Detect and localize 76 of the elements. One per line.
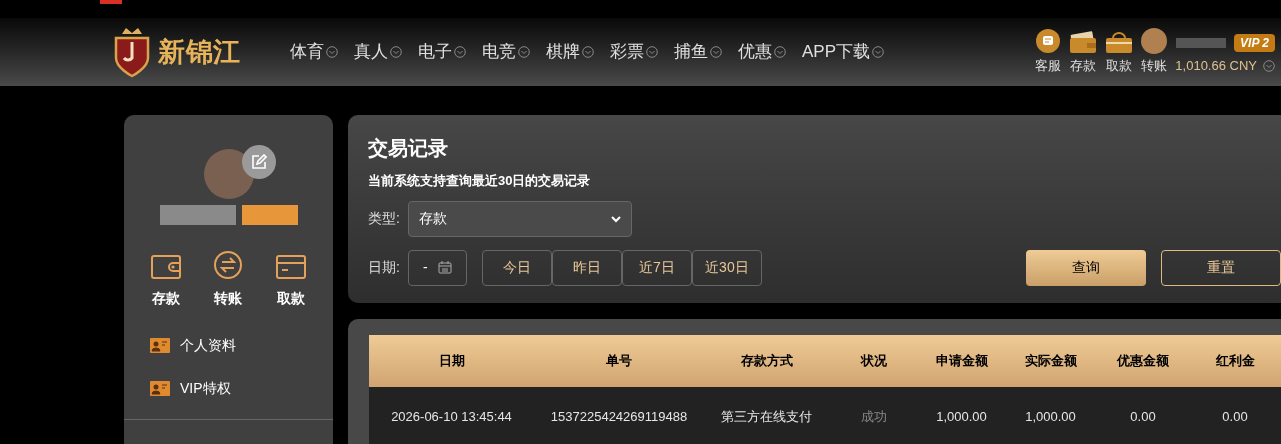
dropdown-icon: [872, 46, 885, 58]
notice-text: 当前系统支持查询最近30日的交易记录: [368, 172, 592, 190]
column-header: 存款方式: [739, 352, 794, 371]
dropdown-icon: [454, 46, 466, 58]
dropdown-icon: [582, 46, 594, 58]
type-label: 类型:: [368, 209, 400, 228]
column-header: 申请金额: [934, 352, 989, 371]
quick-action[interactable]: 取款: [275, 247, 308, 309]
id-card-icon: [150, 381, 170, 396]
calendar-icon: [437, 261, 452, 274]
type-select[interactable]: 存款: [407, 200, 632, 237]
reset-button[interactable]: 重置: [1160, 249, 1281, 286]
nav-item[interactable]: APP下载: [802, 39, 885, 65]
header-action[interactable]: 转账: [1141, 28, 1168, 76]
wallet-icon: [149, 254, 182, 280]
nav-item[interactable]: 电子: [418, 39, 466, 65]
vip-badge: VIP 2: [1234, 34, 1275, 53]
column-header: 红利金: [1214, 352, 1256, 371]
logo[interactable]: 新锦江: [110, 26, 270, 78]
dropdown-icon: [1263, 60, 1275, 72]
dropdown-icon: [646, 46, 658, 58]
edit-icon: [241, 145, 276, 179]
card-icon: [275, 254, 308, 280]
table-cell-text: 2026-06-10 13:45:44: [390, 408, 513, 427]
column-header: 单号: [605, 352, 633, 371]
header-action[interactable]: 存款: [1069, 30, 1098, 76]
sidebar-menu-item[interactable]: 个人资料: [150, 335, 333, 356]
dropdown-icon: [774, 46, 786, 58]
column-header: 状况: [859, 352, 888, 371]
transfer-icon: [213, 250, 244, 280]
header-action[interactable]: 客服: [1035, 28, 1062, 76]
nav-item[interactable]: 捕鱼: [674, 39, 722, 65]
column-header: 实际金额: [1023, 352, 1078, 371]
sidebar-menu-item[interactable]: VIP特权: [150, 378, 333, 399]
table-cell-text: 1537225424269119488: [549, 408, 689, 427]
date-range-button[interactable]: 昨日: [551, 249, 622, 286]
nav-item[interactable]: 体育: [290, 39, 338, 65]
nav-item[interactable]: 电竞: [482, 39, 530, 65]
table-cell-text: 0.00: [1221, 408, 1249, 427]
quick-action[interactable]: 转账: [213, 247, 244, 309]
dropdown-icon: [518, 46, 530, 58]
logo-text: 新锦江: [158, 35, 242, 69]
nav-item[interactable]: 真人: [354, 39, 402, 65]
dropdown-icon: [390, 46, 402, 58]
chat-icon: [1035, 28, 1062, 55]
query-button[interactable]: 查询: [1025, 249, 1146, 286]
avatar-placeholder: [203, 149, 254, 199]
blurred-username: [1176, 38, 1227, 49]
date-label: 日期:: [368, 258, 400, 277]
briefcase-icon: [1105, 30, 1134, 55]
date-range-button[interactable]: 近30日: [691, 249, 762, 286]
dropdown-icon: [710, 46, 722, 58]
date-range-button[interactable]: 近7日: [621, 249, 692, 286]
date-range-button[interactable]: 今日: [481, 249, 552, 286]
page-title: 交易记录: [368, 136, 449, 161]
table-cell-text: 1,000.00: [1024, 408, 1077, 427]
chevron-down-icon: [610, 214, 621, 223]
wallet-icon: [1069, 30, 1098, 55]
nav-item[interactable]: 优惠: [738, 39, 786, 65]
nav-item[interactable]: 彩票: [610, 39, 658, 65]
id-card-icon: [150, 338, 170, 353]
table-cell-text: 0.00: [1129, 408, 1157, 427]
header-action[interactable]: 取款: [1105, 30, 1134, 76]
balance-text: 1,010.66 CNY: [1175, 57, 1257, 76]
avatar-placeholder: [1141, 28, 1168, 55]
column-header: 优惠金额: [1115, 352, 1170, 371]
table-cell-text: 成功: [860, 408, 888, 427]
column-header: 日期: [437, 352, 466, 371]
table-cell-text: 1,000.00: [935, 408, 988, 427]
tab-marker: [100, 0, 122, 4]
date-field[interactable]: -: [407, 249, 467, 286]
quick-action[interactable]: 存款: [149, 247, 182, 309]
table-cell-text: 第三方在线支付: [720, 408, 813, 427]
nav-item[interactable]: 棋牌: [546, 39, 594, 65]
blurred-badge: [241, 205, 298, 225]
dropdown-icon: [326, 46, 338, 58]
